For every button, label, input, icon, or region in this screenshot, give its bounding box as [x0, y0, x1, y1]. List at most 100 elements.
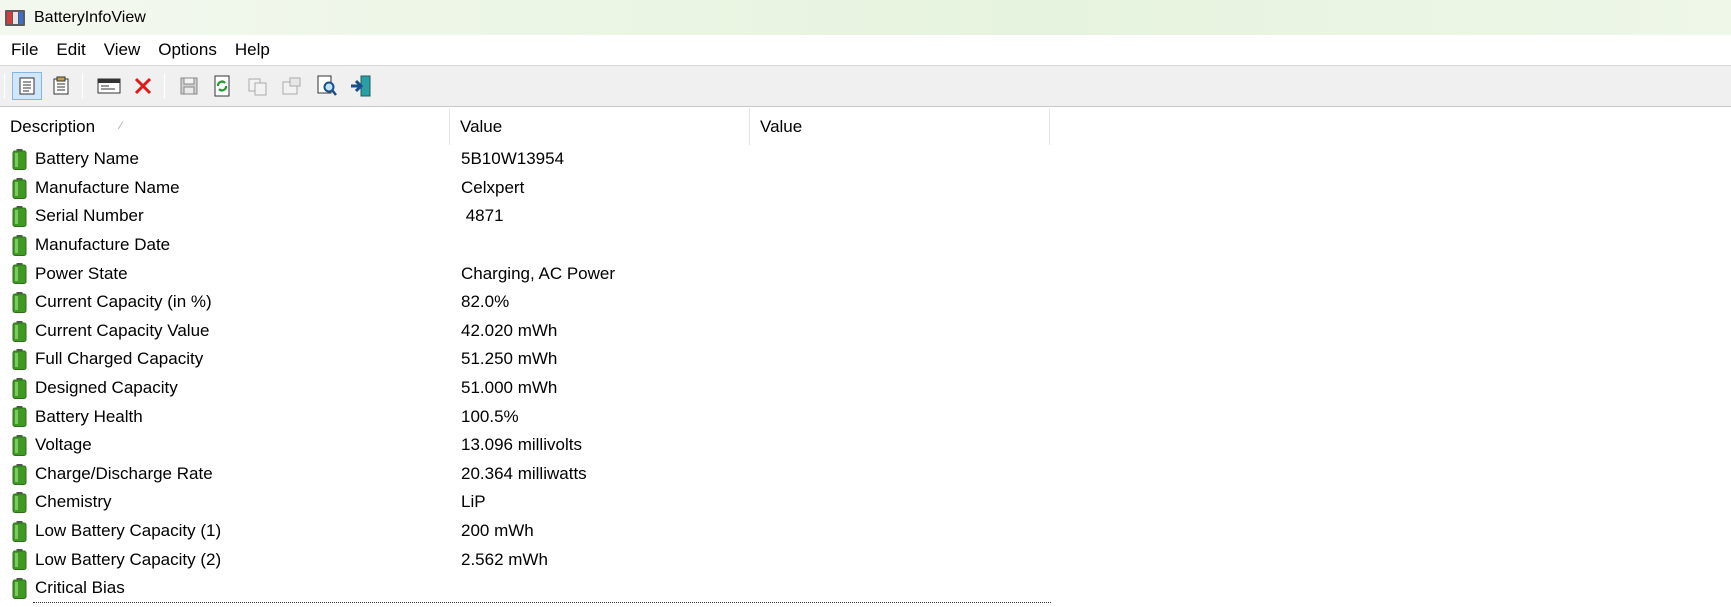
table-row[interactable]: Voltage 13.096 millivolts [0, 431, 1050, 460]
table-row[interactable]: Low Battery Capacity (2) 2.562 mWh [0, 545, 1050, 574]
row-value: LiP [461, 492, 486, 512]
find-button[interactable] [312, 72, 342, 100]
row-description: Critical Bias [35, 578, 125, 598]
menu-options[interactable]: Options [149, 35, 226, 65]
row-description: Current Capacity Value [35, 320, 210, 340]
delete-icon [134, 77, 152, 95]
table-row[interactable]: Low Battery Capacity (1) 200 mWh [0, 517, 1050, 546]
html-view-icon [97, 78, 121, 94]
table-row[interactable]: Battery Name 5B10W13954 [0, 145, 1050, 174]
refresh-icon [214, 75, 230, 97]
table-row[interactable]: Full Charged Capacity 51.250 mWh [0, 345, 1050, 374]
row-description: Current Capacity (in %) [35, 292, 212, 312]
focus-rectangle [33, 602, 1051, 603]
row-description: Chemistry [35, 492, 112, 512]
battery-icon [12, 291, 27, 313]
title-bar: BatteryInfoView [0, 0, 1731, 35]
battery-icon [12, 577, 27, 599]
delete-button[interactable] [128, 72, 158, 100]
row-value: 100.5% [461, 406, 519, 426]
row-description: Low Battery Capacity (1) [35, 521, 222, 541]
refresh-button[interactable] [207, 72, 237, 100]
toolbar [0, 66, 1731, 107]
list-header: Description ⁄ Value Value [0, 108, 1731, 145]
toolbar-separator [164, 73, 165, 99]
menu-bar: File Edit View Options Help [0, 35, 1731, 65]
html-view-button[interactable] [94, 72, 124, 100]
properties-disabled-button[interactable] [277, 72, 307, 100]
menu-file[interactable]: File [2, 35, 47, 65]
row-value: 2.562 mWh [461, 549, 548, 569]
row-value: 13.096 millivolts [461, 435, 582, 455]
battery-icon [12, 234, 27, 256]
row-description: Manufacture Name [35, 177, 180, 197]
table-row[interactable]: Charge/Discharge Rate 20.364 milliwatts [0, 460, 1050, 489]
exit-icon [351, 75, 371, 97]
battery-icon [12, 177, 27, 199]
row-description: Serial Number [35, 206, 144, 226]
table-row[interactable]: Designed Capacity 51.000 mWh [0, 374, 1050, 403]
column-header-description[interactable]: Description ⁄ [0, 108, 450, 145]
battery-info-list[interactable]: Description ⁄ Value Value Battery Name 5B… [0, 108, 1731, 607]
table-row[interactable]: Serial Number 4871 [0, 202, 1050, 231]
column-header-label: Value [460, 117, 503, 136]
battery-icon [12, 206, 27, 228]
row-description: Battery Health [35, 406, 143, 426]
toolbar-separator [4, 73, 5, 99]
row-description: Designed Capacity [35, 378, 178, 398]
battery-icon [12, 406, 27, 428]
save-icon [180, 77, 198, 95]
row-description: Power State [35, 263, 128, 283]
row-value: 200 mWh [461, 521, 534, 541]
row-value: 51.000 mWh [461, 378, 558, 398]
row-value: 51.250 mWh [461, 349, 558, 369]
battery-icon [12, 149, 27, 170]
battery-icon [12, 549, 27, 571]
table-row[interactable]: Critical Bias [0, 574, 1050, 603]
battery-icon [12, 520, 27, 542]
table-row[interactable]: Current Capacity (in %) 82.0% [0, 288, 1050, 317]
list-rows: Battery Name 5B10W13954 Manufacture Name Ce… [0, 145, 1050, 603]
column-header-value[interactable]: Value [450, 108, 750, 145]
save-button[interactable] [174, 72, 204, 100]
menu-edit[interactable]: Edit [47, 35, 94, 65]
table-row[interactable]: Chemistry LiP [0, 488, 1050, 517]
copy-icon [248, 78, 267, 96]
battery-icon [12, 492, 27, 514]
menu-view[interactable]: View [95, 35, 150, 65]
table-row[interactable]: Manufacture Name Celxpert [0, 174, 1050, 203]
row-value: 5B10W13954 [461, 149, 565, 169]
table-row[interactable]: Power State Charging, AC Power [0, 259, 1050, 288]
battery-icon [12, 377, 27, 399]
window-title: BatteryInfoView [34, 8, 146, 26]
battery-icon [12, 349, 27, 371]
copy-button[interactable] [243, 72, 273, 100]
menu-help[interactable]: Help [226, 35, 279, 65]
app-battery-icon [4, 8, 26, 28]
row-value: 20.364 milliwatts [461, 463, 587, 483]
table-row[interactable]: Manufacture Date [0, 231, 1050, 260]
row-value: Celxpert [461, 177, 525, 197]
table-row[interactable]: Current Capacity Value 42.020 mWh [0, 317, 1050, 346]
column-header-label: Description [10, 117, 96, 136]
sort-indicator-icon: ⁄ [120, 120, 122, 132]
row-description: Full Charged Capacity [35, 349, 204, 369]
battery-icon [12, 463, 27, 485]
row-value: 42.020 mWh [461, 320, 558, 340]
row-description: Low Battery Capacity (2) [35, 549, 222, 569]
column-header-value-2[interactable]: Value [750, 108, 1050, 145]
battery-icon [12, 263, 27, 285]
properties-button[interactable] [12, 72, 42, 100]
column-header-label: Value [760, 117, 803, 136]
battery-icon [12, 320, 27, 342]
properties-disabled-icon [282, 77, 301, 95]
exit-button[interactable] [346, 72, 376, 100]
html-report-button[interactable] [46, 72, 76, 100]
find-icon [317, 75, 337, 96]
table-row[interactable]: Battery Health 100.5% [0, 402, 1050, 431]
toolbar-separator [82, 73, 83, 99]
html-report-icon [53, 76, 69, 95]
properties-icon [19, 77, 35, 95]
row-value: Charging, AC Power [461, 263, 616, 283]
row-description: Charge/Discharge Rate [35, 463, 213, 483]
